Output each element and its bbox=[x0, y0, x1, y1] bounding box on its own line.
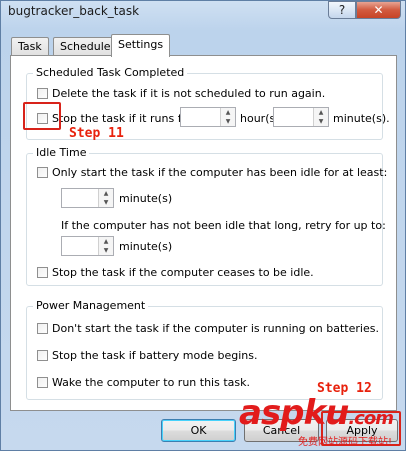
scheduled-task-group-title: Scheduled Task Completed bbox=[33, 66, 188, 79]
power-management-group-title: Power Management bbox=[33, 299, 149, 312]
step11-annotation: Step 11 bbox=[69, 126, 124, 141]
retry-label: If the computer has not been idle that l… bbox=[61, 219, 386, 232]
only-start-idle-checkbox[interactable] bbox=[37, 167, 48, 178]
tab-settings[interactable]: Settings bbox=[111, 34, 171, 57]
hours-spinner[interactable]: ▲ ▼ bbox=[180, 107, 236, 127]
idle-time-group: Idle Time Only start the task if the com… bbox=[26, 146, 387, 286]
delete-task-option[interactable]: Delete the task if it is not scheduled t… bbox=[37, 87, 325, 100]
close-icon: ✕ bbox=[373, 3, 384, 17]
task-properties-window: bugtracker_back_task ? ✕ Task Schedule S… bbox=[0, 0, 406, 451]
battery-mode-checkbox[interactable] bbox=[37, 350, 48, 361]
step11-highlight-box bbox=[23, 102, 61, 130]
retry-minutes-label: minute(s) bbox=[119, 240, 173, 253]
ok-button[interactable]: OK bbox=[161, 419, 236, 442]
title-bar: bugtracker_back_task ? ✕ bbox=[1, 1, 405, 29]
watermark-logo: aspku.com bbox=[239, 393, 394, 433]
retry-minutes-spinner[interactable]: ▲ ▼ bbox=[61, 236, 114, 256]
watermark-subtitle: 免费网站源码下载站! bbox=[298, 437, 393, 448]
help-button[interactable]: ? bbox=[328, 1, 356, 19]
delete-task-checkbox[interactable] bbox=[37, 88, 48, 99]
settings-panel: Scheduled Task Completed Delete the task… bbox=[10, 55, 397, 411]
spin-down-icon[interactable]: ▼ bbox=[221, 117, 235, 126]
spin-down-icon[interactable]: ▼ bbox=[99, 198, 113, 207]
only-start-idle-option[interactable]: Only start the task if the computer has … bbox=[37, 166, 387, 179]
wake-checkbox[interactable] bbox=[37, 377, 48, 388]
help-icon: ? bbox=[338, 3, 346, 17]
minutes-label: minute(s). bbox=[333, 112, 390, 125]
wake-option[interactable]: Wake the computer to run this task. bbox=[37, 376, 250, 389]
batteries-checkbox[interactable] bbox=[37, 323, 48, 334]
idle-minutes-spinner[interactable]: ▲ ▼ bbox=[61, 188, 114, 208]
stop-idle-option[interactable]: Stop the task if the computer ceases to … bbox=[37, 266, 314, 279]
idle-time-group-title: Idle Time bbox=[33, 146, 90, 159]
battery-mode-label: Stop the task if battery mode begins. bbox=[52, 349, 258, 362]
batteries-option[interactable]: Don't start the task if the computer is … bbox=[37, 322, 379, 335]
batteries-label: Don't start the task if the computer is … bbox=[52, 322, 379, 335]
battery-mode-option[interactable]: Stop the task if battery mode begins. bbox=[37, 349, 257, 362]
only-start-idle-label: Only start the task if the computer has … bbox=[52, 166, 388, 179]
stop-task-label: Stop the task if it runs for: bbox=[52, 112, 197, 125]
wake-label: Wake the computer to run this task. bbox=[52, 376, 250, 389]
delete-task-label: Delete the task if it is not scheduled t… bbox=[52, 87, 326, 100]
tab-schedule[interactable]: Schedule bbox=[53, 37, 118, 56]
tab-task[interactable]: Task bbox=[11, 37, 49, 56]
idle-minutes-label: minute(s) bbox=[119, 192, 173, 205]
stop-idle-checkbox[interactable] bbox=[37, 267, 48, 278]
spin-down-icon[interactable]: ▼ bbox=[99, 246, 113, 255]
window-title: bugtracker_back_task bbox=[8, 4, 140, 18]
close-button[interactable]: ✕ bbox=[356, 1, 401, 19]
spin-down-icon[interactable]: ▼ bbox=[314, 117, 328, 126]
stop-idle-label: Stop the task if the computer ceases to … bbox=[52, 266, 314, 279]
minutes-spinner[interactable]: ▲ ▼ bbox=[273, 107, 329, 127]
